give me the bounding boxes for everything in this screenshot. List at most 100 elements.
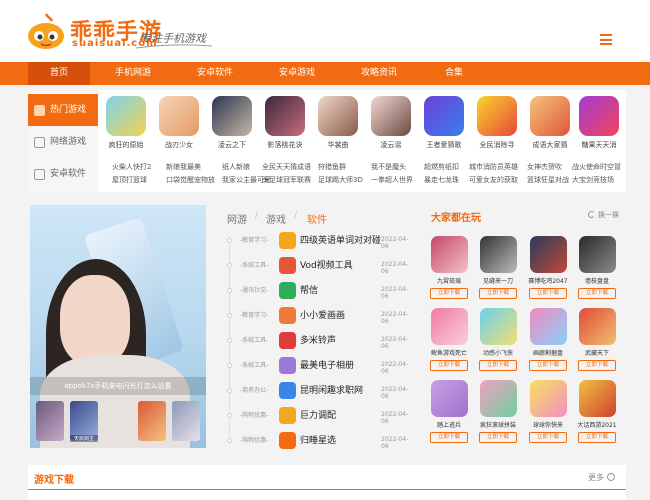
game-name[interactable]: 武藏天下 [576, 348, 618, 357]
download-button[interactable]: 立即下载 [479, 288, 517, 299]
popular-game-item[interactable]: 疯狂滚球拼装 立即下载 [477, 380, 519, 443]
game-name[interactable]: 疯狂滚球拼装 [477, 420, 519, 429]
hot-link[interactable]: 屋顶打篮球 [112, 174, 151, 187]
item-name[interactable]: 巨力调配 [300, 408, 336, 421]
popular-game-item[interactable]: 墙枝盘盘 立即下载 [576, 236, 618, 299]
item-name[interactable]: 帮信 [300, 283, 318, 296]
popular-game-item[interactable]: 九霄琉璃 立即下载 [428, 236, 470, 299]
download-button[interactable]: 立即下载 [430, 432, 468, 443]
tab-software[interactable]: 软件 [307, 211, 327, 226]
list-item[interactable]: -购物优惠- 巨力调配 2022-04-06 [218, 403, 414, 428]
download-button[interactable]: 立即下载 [529, 288, 567, 299]
tab-online-games[interactable]: 网络游戏 [28, 126, 98, 158]
banner-caption[interactable]: oppok7x手机来电闪光灯怎么设置 [30, 377, 206, 395]
hot-game-item[interactable]: 凌云之下 [209, 96, 255, 150]
hot-link[interactable]: 口袋觉醒宠物放 [166, 174, 215, 187]
popular-game-item[interactable]: 踏上逃兵 立即下载 [428, 380, 470, 443]
popular-game-item[interactable]: 见缝来一刀 立即下载 [477, 236, 519, 299]
download-button[interactable]: 立即下载 [529, 360, 567, 371]
hot-link[interactable]: 城市消防员英雄 [469, 161, 518, 174]
download-button[interactable]: 立即下载 [578, 288, 616, 299]
game-name[interactable]: 画廊割据盘 [527, 348, 569, 357]
item-name[interactable]: Vod视频工具 [300, 258, 353, 271]
game-name[interactable]: 见缝来一刀 [477, 276, 519, 285]
popular-game-item[interactable]: 武藏天下 立即下载 [576, 308, 618, 371]
hot-link[interactable]: 一拳超人世界 [371, 174, 413, 187]
nav-guides[interactable]: 攻略资讯 [348, 62, 410, 85]
download-button[interactable]: 立即下载 [430, 288, 468, 299]
nav-collections[interactable]: 合集 [423, 62, 485, 85]
game-icon[interactable] [430, 236, 468, 273]
download-button[interactable]: 立即下载 [578, 432, 616, 443]
nav-home[interactable]: 首页 [28, 62, 90, 85]
nav-android-software[interactable]: 安卓软件 [184, 62, 246, 85]
popular-game-item[interactable]: 大话西游2021 立即下载 [576, 380, 618, 443]
app-icon[interactable] [279, 407, 296, 424]
more-link[interactable]: 更多 [588, 472, 615, 483]
item-name[interactable]: 归睡星选 [300, 433, 336, 446]
game-icon[interactable] [578, 380, 616, 417]
hot-game-item[interactable]: 影落桃花诀 [262, 96, 308, 150]
game-name[interactable]: 墙枝盘盘 [576, 276, 618, 285]
game-icon[interactable] [529, 236, 567, 273]
list-item[interactable]: -教育学习- 小小爱画画 2022-04-06 [218, 303, 414, 328]
hot-game-item[interactable]: 王者爱猜歌 [421, 96, 467, 150]
download-button[interactable]: 立即下载 [430, 360, 468, 371]
hot-link[interactable]: 篮球狂星对战 [527, 174, 569, 187]
game-name[interactable]: 赛博吃鸡2047 [527, 276, 569, 285]
list-item[interactable]: -购物优惠- 归睡星选 2022-04-06 [218, 428, 414, 453]
app-icon[interactable] [279, 332, 296, 349]
game-icon[interactable] [430, 308, 468, 345]
hot-game-item[interactable]: 疯狂的原始 [103, 96, 149, 150]
app-icon[interactable] [279, 307, 296, 324]
hot-link[interactable]: 我不是魔头 [371, 161, 413, 174]
app-icon[interactable] [279, 382, 296, 399]
tab-android-software[interactable]: 安卓软件 [28, 158, 98, 190]
item-name[interactable]: 四级英语单词对对碰 [300, 233, 381, 246]
download-button[interactable]: 立即下载 [479, 432, 517, 443]
item-name[interactable]: 昆明闲趣求职网 [300, 383, 363, 396]
tab-hot-games[interactable]: 热门游戏 [28, 94, 98, 126]
game-name[interactable]: 动感小飞侠 [477, 348, 519, 357]
game-name[interactable]: 球球你快来 [527, 420, 569, 429]
game-name[interactable]: 九霄琉璃 [428, 276, 470, 285]
hot-link[interactable]: 全民天天猜成语 [262, 161, 311, 174]
mascot-logo-icon[interactable] [26, 12, 66, 50]
game-icon[interactable] [578, 308, 616, 345]
download-button[interactable]: 立即下载 [529, 432, 567, 443]
hot-link[interactable]: 大宝剑竞技场 [572, 174, 621, 187]
popular-game-item[interactable]: 鲵鱼游戏死亡 立即下载 [428, 308, 470, 371]
hot-game-item[interactable]: 华裳曲 [315, 96, 361, 150]
hot-link[interactable]: 暴走七龙珠 [424, 174, 459, 187]
hot-link[interactable]: 女神杰贺吹 [527, 161, 569, 174]
banner-thumbnail[interactable]: 天启剑主 [70, 401, 98, 442]
popular-game-item[interactable]: 画廊割据盘 立即下载 [527, 308, 569, 371]
game-icon[interactable] [479, 380, 517, 417]
featured-banner[interactable]: oppok7x手机来电闪光灯怎么设置 天启剑主 [30, 205, 206, 448]
popular-game-item[interactable]: 动感小飞侠 立即下载 [477, 308, 519, 371]
tab-games[interactable]: 游戏 [266, 211, 286, 226]
hot-game-item[interactable]: 战刃少女 [156, 96, 202, 150]
hot-link[interactable]: 战火使命时空冒 [572, 161, 621, 174]
app-icon[interactable] [279, 232, 296, 249]
tab-online[interactable]: 网游 [227, 211, 247, 226]
game-name[interactable]: 大话西游2021 [576, 420, 618, 429]
list-item[interactable]: -商务办公- 昆明闲趣求职网 2022-04-06 [218, 378, 414, 403]
hot-link[interactable]: 足球踢大师3D [318, 174, 363, 187]
download-button[interactable]: 立即下载 [479, 360, 517, 371]
list-item[interactable]: -系统工具- 最美电子相册 2022-04-06 [218, 353, 414, 378]
nav-online-games[interactable]: 手机网游 [102, 62, 164, 85]
list-item[interactable]: -系统工具- Vod视频工具 2022-04-06 [218, 253, 414, 278]
hot-link[interactable]: 火柴人快打2 [112, 161, 151, 174]
game-icon[interactable] [479, 308, 517, 345]
banner-thumbnail[interactable] [138, 401, 166, 441]
hot-game-item[interactable]: 凌云谣 [368, 96, 414, 150]
nav-android-games[interactable]: 安卓游戏 [266, 62, 328, 85]
item-name[interactable]: 小小爱画画 [300, 308, 345, 321]
game-name[interactable]: 鲵鱼游戏死亡 [428, 348, 470, 357]
hot-game-item[interactable]: 糖果天天消 [576, 96, 622, 150]
app-icon[interactable] [279, 257, 296, 274]
game-icon[interactable] [430, 380, 468, 417]
game-name[interactable]: 踏上逃兵 [428, 420, 470, 429]
list-item[interactable]: -通讯社交- 帮信 2022-04-06 [218, 278, 414, 303]
